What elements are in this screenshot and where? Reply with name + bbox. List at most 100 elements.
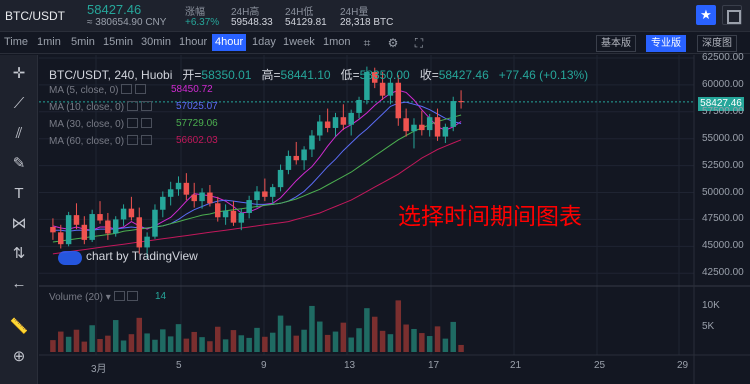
- volume-bar: [58, 331, 64, 352]
- fullscreen-chart-icon[interactable]: ⛶: [411, 35, 427, 51]
- brush-icon[interactable]: ✎: [9, 154, 29, 174]
- high-label: 高=: [261, 68, 281, 82]
- fullscreen-icon[interactable]: [722, 5, 742, 25]
- candle-body: [160, 196, 166, 210]
- candle-body: [65, 215, 72, 245]
- high-value: 58441.10: [280, 68, 331, 82]
- measure-icon[interactable]: ⇅: [9, 244, 29, 264]
- volume-bar: [97, 339, 103, 352]
- overlay-caption: 选择时间期间图表: [398, 204, 582, 230]
- volume-bar: [152, 339, 158, 352]
- zoom-icon[interactable]: ⊕: [9, 347, 29, 367]
- volume-bar: [285, 325, 292, 352]
- candle-body: [395, 82, 402, 119]
- candle-body: [317, 121, 323, 136]
- volume-bar: [199, 337, 205, 352]
- candle-body: [128, 208, 135, 218]
- candle-body: [293, 155, 299, 161]
- time-tick-label: 21: [510, 360, 522, 371]
- pair-name[interactable]: BTC/USDT: [5, 9, 65, 23]
- eye-icon[interactable]: [127, 101, 139, 111]
- time-tick-label: 25: [594, 360, 606, 371]
- ma10-label: MA (10, close, 0): [49, 102, 125, 113]
- volume-bar: [112, 320, 119, 352]
- tf-1min[interactable]: 1min: [37, 36, 61, 48]
- tf-15min[interactable]: 15min: [103, 36, 133, 48]
- open-label: 开=: [182, 68, 202, 82]
- tf-30min[interactable]: 30min: [141, 36, 171, 48]
- tf-1day[interactable]: 1day: [252, 36, 276, 48]
- low-value: 58350.00: [359, 68, 410, 82]
- tf-1week[interactable]: 1week: [283, 36, 315, 48]
- tf-1mon[interactable]: 1mon: [323, 36, 351, 48]
- view-basic-button[interactable]: 基本版: [596, 35, 636, 52]
- candle-body: [73, 215, 80, 225]
- view-pro-button[interactable]: 专业版: [646, 35, 686, 52]
- close-icon[interactable]: [141, 118, 153, 128]
- eye-icon[interactable]: [127, 135, 139, 145]
- candle-body: [112, 219, 119, 234]
- close-icon[interactable]: [127, 291, 139, 301]
- ma5-value: 58450.72: [171, 84, 213, 95]
- tf-5min[interactable]: 5min: [71, 36, 95, 48]
- candle-body: [120, 208, 127, 220]
- last-price: 58427.46: [87, 2, 142, 17]
- settings-icon[interactable]: ⚙: [385, 35, 401, 51]
- ma10-value: 57025.07: [176, 101, 218, 112]
- tf-1hour[interactable]: 1hour: [179, 36, 207, 48]
- volume-indicator-value: 14: [155, 291, 167, 302]
- candle-body: [309, 135, 315, 150]
- volume-bar: [81, 341, 88, 352]
- trendline-icon[interactable]: ⟋: [9, 94, 29, 114]
- ma10-legend[interactable]: MA (10, close, 0): [49, 101, 153, 115]
- volume-bar: [246, 337, 252, 352]
- ma30-legend[interactable]: MA (30, close, 0): [49, 118, 153, 132]
- volume-legend[interactable]: Volume (20) ▾: [49, 291, 139, 303]
- volume-bar: [458, 344, 464, 352]
- eye-icon[interactable]: [113, 291, 125, 301]
- close-icon[interactable]: [135, 84, 147, 94]
- ma5-legend[interactable]: MA (5, close, 0): [49, 84, 147, 98]
- view-depth-button[interactable]: 深度图: [697, 35, 737, 52]
- candle-body: [434, 117, 441, 137]
- candle-body: [167, 189, 174, 197]
- pattern-icon[interactable]: ⋈: [9, 214, 29, 234]
- volume-bar: [324, 334, 331, 352]
- eye-icon[interactable]: [121, 84, 133, 94]
- cny-price: ≈ 380654.90 CNY: [87, 17, 167, 28]
- candle-body: [340, 117, 347, 125]
- drawing-toolbar: ✛ ⟋ ⫽ ✎ T ⋈ ⇅ ← 📏 ⊕: [0, 55, 38, 384]
- fib-icon[interactable]: ⫽: [9, 124, 29, 144]
- crosshair-icon[interactable]: ✛: [9, 64, 29, 84]
- candle-body: [215, 203, 221, 218]
- volume-bar: [191, 331, 197, 352]
- tf-4hour[interactable]: 4hour: [212, 34, 247, 51]
- volume-bar: [105, 335, 111, 352]
- indicator-icon[interactable]: ⌗: [359, 35, 375, 51]
- candle-body: [207, 192, 213, 204]
- low-label: 低=: [340, 68, 360, 82]
- tradingview-logo-icon: [58, 251, 82, 265]
- open-value: 58350.01: [201, 68, 252, 82]
- candle-body: [89, 214, 95, 240]
- price-tick-label: 42500.00: [702, 267, 744, 279]
- candle-body: [191, 194, 197, 202]
- volume-bar: [434, 326, 441, 352]
- ma60-legend[interactable]: MA (60, close, 0): [49, 135, 153, 149]
- ma30-value: 57729.06: [176, 118, 218, 129]
- change-value: +77.46 (+0.13%): [498, 68, 589, 82]
- ruler-icon[interactable]: 📏: [9, 317, 29, 337]
- price-tick-label: 60000.00: [702, 78, 744, 90]
- text-icon[interactable]: T: [9, 184, 29, 204]
- close-icon[interactable]: [141, 101, 153, 111]
- close-value: 58427.46: [438, 68, 489, 82]
- star-icon[interactable]: ★: [696, 5, 716, 25]
- volume-bar: [317, 321, 323, 352]
- volume-bar: [450, 321, 456, 352]
- close-icon[interactable]: [141, 135, 153, 145]
- back-arrow-icon[interactable]: ←: [9, 274, 29, 294]
- eye-icon[interactable]: [127, 118, 139, 128]
- ma60-label: MA (60, close, 0): [49, 136, 125, 147]
- high-value: 59548.33: [231, 17, 273, 28]
- candle-body: [105, 220, 111, 234]
